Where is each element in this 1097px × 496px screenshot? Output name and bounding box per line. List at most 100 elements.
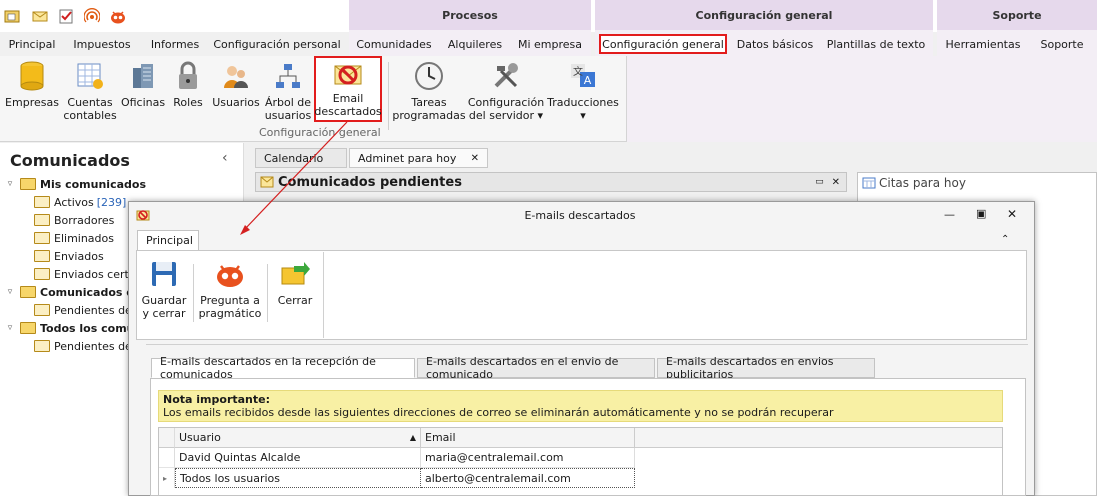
tab-datos-basicos[interactable]: Datos básicos [737, 34, 814, 54]
sort-asc-icon: ▲ [409, 433, 416, 442]
tab-plantillas[interactable]: Plantillas de texto [827, 34, 926, 54]
tab-mi-empresa[interactable]: Mi empresa [518, 34, 582, 54]
mail-folder-icon [34, 304, 50, 316]
mail-folder-icon [34, 340, 50, 352]
translate-icon: A文 [567, 60, 599, 92]
config-servidor-label-2: del servidor ▾ [468, 109, 544, 122]
tree-item[interactable]: ▿ Mis comunicados [6, 175, 244, 193]
roles-button[interactable]: Roles [170, 60, 206, 109]
grid-cell-email[interactable]: maria@centralemail.com [421, 448, 635, 468]
org-tree-icon [272, 60, 304, 92]
citas-header: Citas para hoy [858, 173, 1096, 193]
cerrar-label: Cerrar [277, 294, 313, 307]
oficinas-button[interactable]: Oficinas [120, 60, 166, 109]
ribbon-group-label: Configuración general [259, 126, 381, 139]
email-label-2: descartados [314, 105, 382, 118]
mail-blocked-icon [332, 60, 364, 88]
empresas-button[interactable]: Empresas [5, 60, 59, 109]
usuarios-label: Usuarios [212, 96, 260, 109]
cuentas-contables-button[interactable]: Cuentas contables [63, 60, 117, 122]
cerrar-button[interactable]: Cerrar [274, 258, 316, 307]
tab-config-personal[interactable]: Configuración personal [213, 34, 340, 54]
tareas-label-1: Tareas [411, 96, 447, 109]
close-dialog-icon[interactable]: ✕ [1007, 207, 1017, 221]
database-icon [16, 60, 48, 92]
tasks-icon[interactable] [57, 7, 75, 25]
usuarios-button[interactable]: Usuarios [212, 60, 260, 109]
save-icon [148, 258, 180, 290]
tree-item-label: Eliminados [54, 231, 114, 245]
grid-cell-usuario[interactable]: Todos los usuarios [175, 468, 421, 488]
dialog-separator [267, 264, 268, 322]
mail-icon[interactable] [31, 7, 49, 25]
mail-folder-icon [34, 268, 50, 280]
pregunta-label-2: pragmático [198, 307, 262, 320]
note-title: Nota importante: [163, 393, 270, 406]
app-icon[interactable] [3, 7, 21, 25]
tab-soporte[interactable]: Soporte [1036, 34, 1088, 54]
doc-tab-adminet[interactable]: Adminet para hoy ✕ [349, 148, 488, 168]
minimize-icon[interactable]: — [944, 208, 955, 221]
collapse-ribbon-icon[interactable]: ⌃ [1001, 234, 1009, 245]
tab-comunidades[interactable]: Comunidades [356, 34, 432, 54]
email-label-1: Email [332, 92, 364, 105]
robot-icon [214, 258, 246, 290]
mail-icon [260, 176, 274, 188]
tab-informes[interactable]: Informes [146, 34, 204, 54]
arbol-label-1: Árbol de [264, 96, 312, 109]
empresas-label: Empresas [5, 96, 59, 109]
tree-item-count: [239] [96, 195, 127, 209]
tree-item-label: Mis comunicados [40, 177, 146, 191]
traducciones-button[interactable]: A文 Traducciones ▾ [547, 60, 619, 122]
column-header-usuario-label: Usuario [179, 431, 221, 444]
expand-toggle-icon[interactable]: ▿ [6, 323, 14, 333]
signal-icon[interactable] [83, 7, 101, 25]
tab-herramientas[interactable]: Herramientas [946, 34, 1021, 54]
tree-item-label: Enviados cert [54, 267, 129, 281]
arbol-label-2: usuarios [264, 109, 312, 122]
ribbon-separator [388, 62, 389, 130]
svg-text:文: 文 [573, 65, 583, 78]
inner-tab-envio[interactable]: E-mails descartados en el envio de comun… [417, 355, 655, 381]
ribbon-empty-area [627, 56, 1097, 142]
tab-principal[interactable]: Principal [4, 34, 60, 54]
context-header-soporte: Soporte [937, 0, 1097, 30]
important-note: Nota importante: Los emails recibidos de… [158, 390, 1003, 422]
maximize-panel-icon[interactable]: ▭ [815, 177, 824, 187]
restore-icon[interactable]: ▣ [976, 207, 986, 220]
expand-toggle-icon[interactable]: ▿ [6, 179, 14, 189]
tab-impuestos[interactable]: Impuestos [71, 34, 133, 54]
doc-tab-calendario[interactable]: Calendario [255, 148, 347, 168]
close-panel-icon[interactable]: ✕ [832, 177, 840, 188]
inner-tab-publicitarios[interactable]: E-mails descartados en envios publicitar… [657, 355, 875, 381]
tree-item-label: Pendientes de [54, 339, 132, 353]
column-header-usuario[interactable]: Usuario ▲ [175, 428, 421, 448]
row-indicator[interactable] [159, 448, 175, 468]
collapse-pane-icon[interactable]: ‹ [222, 150, 228, 166]
dialog-separator [193, 264, 194, 322]
close-tab-icon[interactable]: ✕ [471, 153, 479, 164]
tab-config-general[interactable]: Configuración general [599, 34, 727, 54]
tree-item-label: Comunicados de [40, 285, 142, 299]
guardar-cerrar-button[interactable]: Guardar y cerrar [140, 258, 188, 320]
email-descartados-button[interactable]: Email descartados [314, 56, 382, 122]
current-row-indicator[interactable]: ▸ [159, 468, 175, 488]
panel-comunicados-pendientes: Comunicados pendientes ▭ ✕ [255, 172, 847, 192]
dialog-tab-principal[interactable]: Principal [137, 230, 199, 251]
expand-toggle-icon[interactable]: ▿ [6, 287, 14, 297]
pregunta-pragmatico-button[interactable]: Pregunta a pragmático [198, 258, 262, 320]
tareas-programadas-button[interactable]: Tareas programadas [392, 60, 466, 122]
dialog-ribbon [136, 250, 1027, 340]
tab-alquileres[interactable]: Alquileres [446, 34, 504, 54]
tree-item-label: Activos [54, 195, 94, 209]
spreadsheet-icon [74, 60, 106, 92]
grid-cell-usuario[interactable]: David Quintas Alcalde [175, 448, 421, 468]
guardar-label-2: y cerrar [142, 307, 186, 320]
column-header-email[interactable]: Email [421, 428, 635, 448]
config-servidor-button[interactable]: Configuración del servidor ▾ [468, 60, 544, 122]
inner-tab-recepcion[interactable]: E-mails descartados en la recepción de c… [151, 355, 415, 381]
oficinas-label: Oficinas [120, 96, 166, 109]
grid-cell-email[interactable]: alberto@centralemail.com [421, 468, 635, 488]
robot-icon[interactable] [109, 7, 127, 25]
arbol-usuarios-button[interactable]: Árbol de usuarios [264, 60, 312, 122]
